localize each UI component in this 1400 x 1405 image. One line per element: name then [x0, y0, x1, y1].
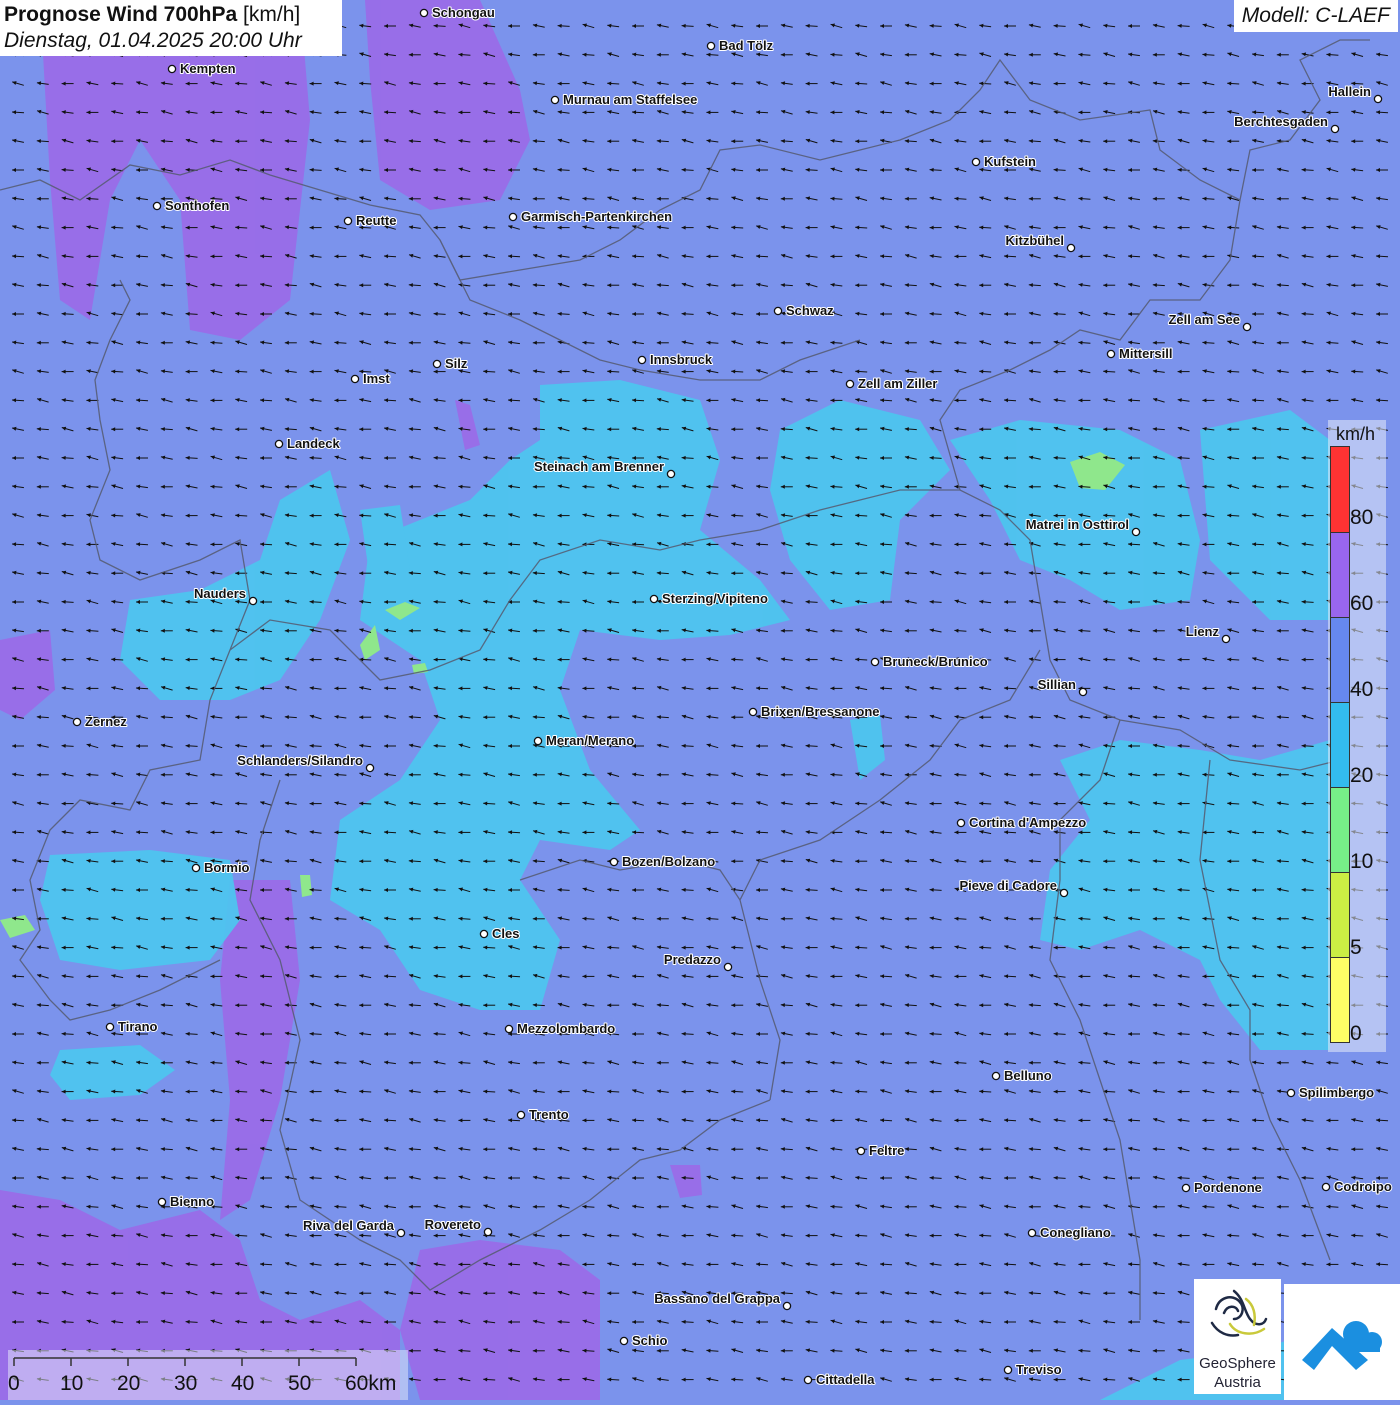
purple-area-south-central — [400, 1240, 600, 1400]
wind-map: SchongauBad TölzKemptenMurnau am Staffel… — [0, 0, 1400, 1400]
green-patch-small — [300, 875, 312, 897]
